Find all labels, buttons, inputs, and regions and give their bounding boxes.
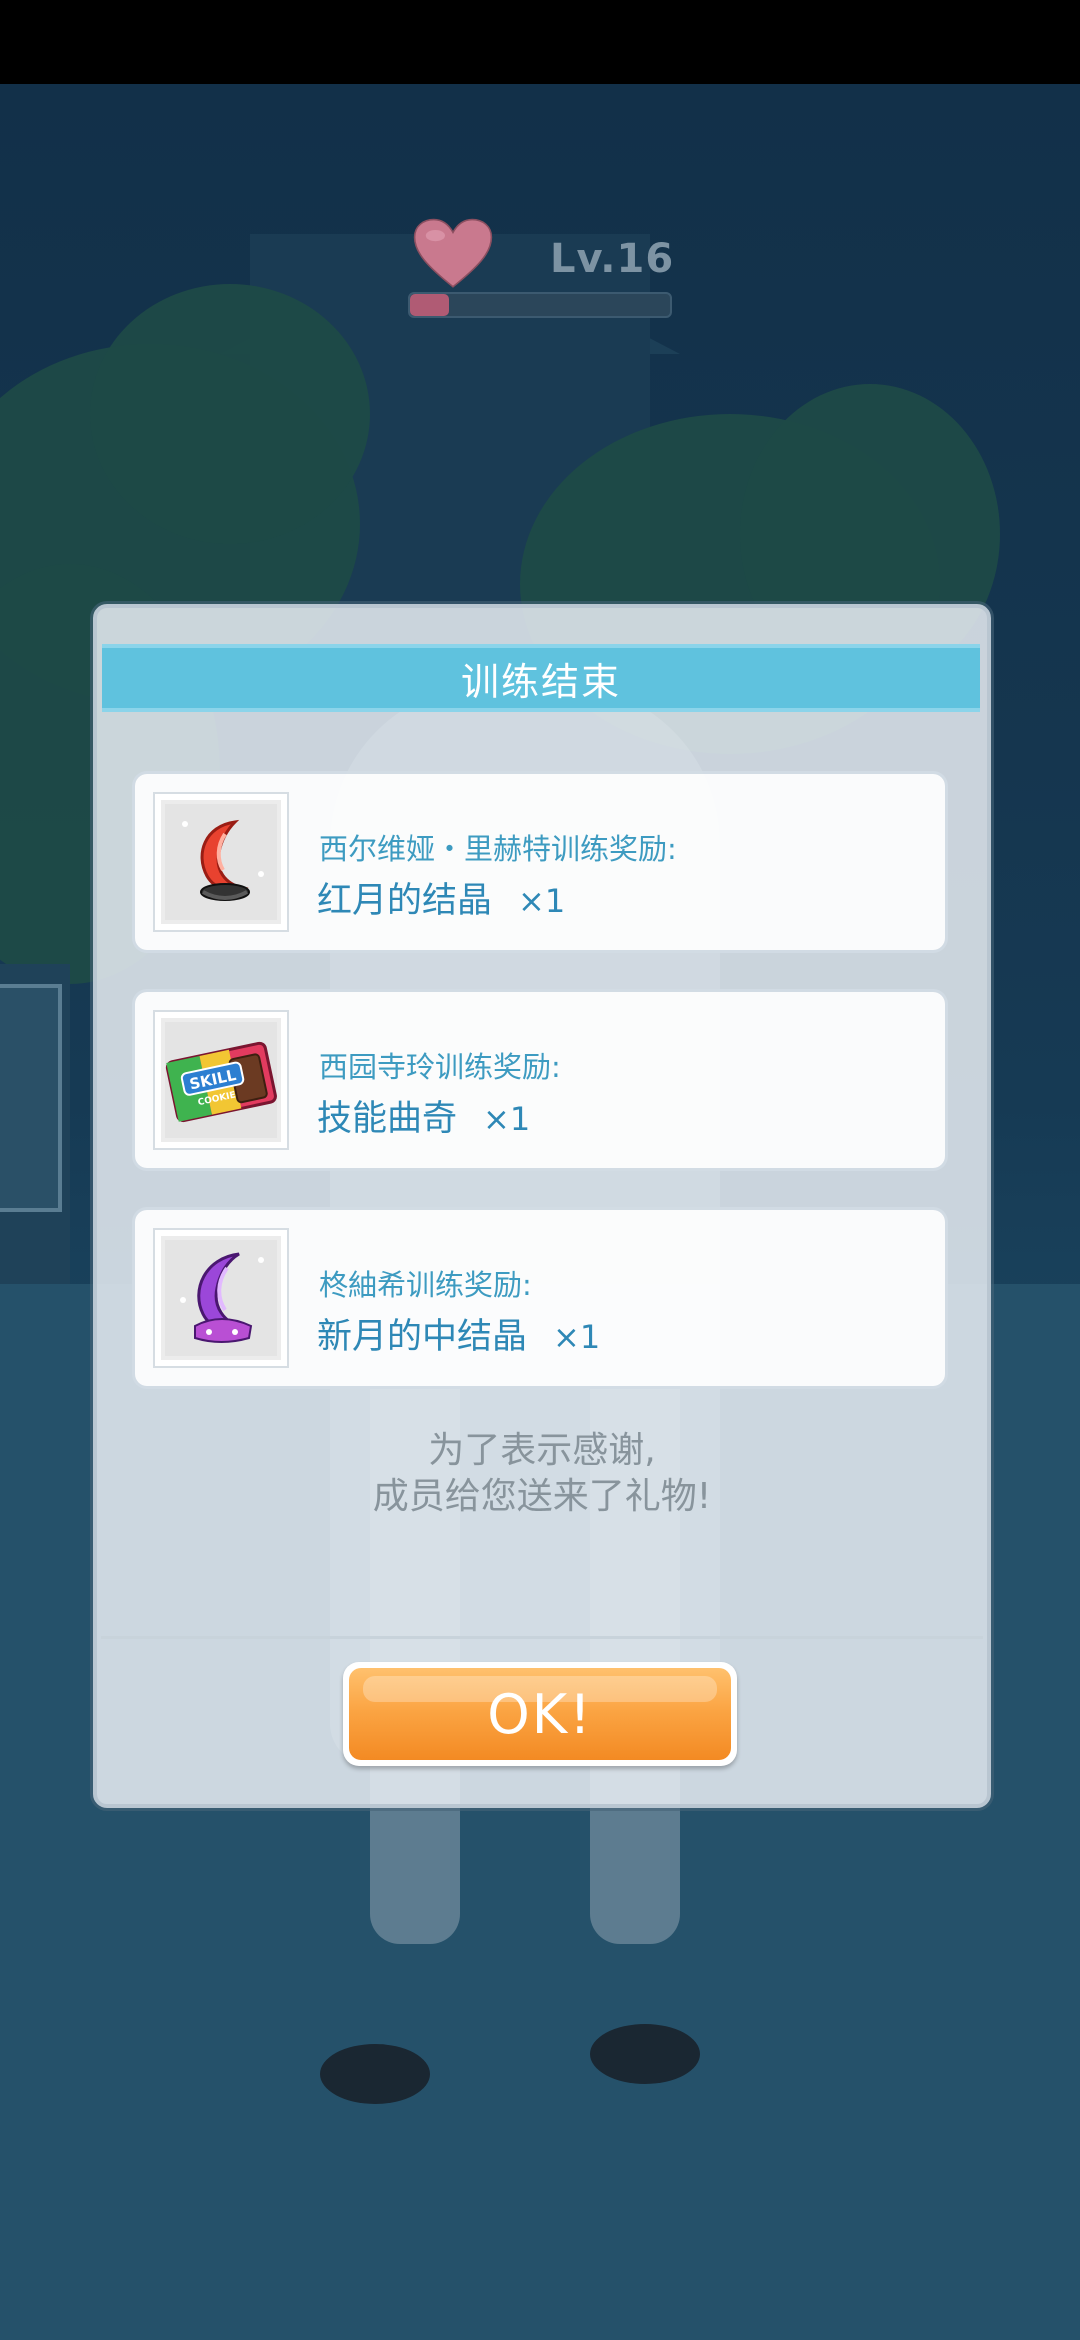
reward-quantity: ×1 — [553, 1318, 601, 1356]
character-shoe — [320, 2044, 430, 2104]
training-result-dialog: 训练结束 西尔维娅・里赫特训练奖励: 红月的结晶 ×1 SKILL COOKIE… — [93, 604, 991, 1808]
affection-progress-bar — [408, 292, 672, 318]
reward-title: 西尔维娅・里赫特训练奖励: — [319, 832, 677, 866]
reward-card: SKILL COOKIE 西园寺玲训练奖励: 技能曲奇 ×1 — [135, 992, 945, 1168]
reward-item-name: 红月的结晶 — [317, 881, 493, 921]
level-label: Lv.16 — [550, 236, 675, 282]
reward-card: 西尔维娅・里赫特训练奖励: 红月的结晶 ×1 — [135, 774, 945, 950]
affection-progress-fill — [410, 294, 449, 316]
ok-button[interactable]: OK! — [343, 1662, 737, 1766]
reward-card: 柊紬希训练奖励: 新月的中结晶 ×1 — [135, 1210, 945, 1386]
status-bar — [0, 0, 1080, 84]
reward-icon-frame: SKILL COOKIE — [155, 1012, 287, 1148]
thanks-message: 为了表示感谢, 成员给您送来了礼物! — [97, 1428, 987, 1520]
reward-icon-frame — [155, 794, 287, 930]
purple-moon-crystal-icon — [180, 1252, 264, 1343]
red-moon-crystal-icon — [182, 819, 264, 901]
reward-item: 红月的结晶 ×1 — [317, 872, 565, 923]
window — [0, 984, 62, 1212]
reward-item-name: 技能曲奇 — [317, 1099, 458, 1139]
dialog-title: 训练结束 — [102, 644, 980, 712]
reward-item: 新月的中结晶 ×1 — [317, 1308, 600, 1359]
reward-title: 柊紬希训练奖励: — [319, 1268, 532, 1302]
dialog-divider — [101, 1636, 983, 1639]
reward-quantity: ×1 — [518, 882, 566, 920]
heart-icon — [413, 218, 493, 288]
skill-cookie-icon: SKILL COOKIE — [165, 1041, 277, 1123]
ok-button-label: OK! — [487, 1682, 593, 1746]
ok-button-face[interactable]: OK! — [349, 1668, 731, 1760]
character-shoe — [590, 2024, 700, 2084]
reward-item-name: 新月的中结晶 — [317, 1317, 528, 1357]
reward-icon-frame — [155, 1230, 287, 1366]
reward-item: 技能曲奇 ×1 — [317, 1090, 530, 1141]
reward-quantity: ×1 — [483, 1100, 531, 1138]
thanks-line: 成员给您送来了礼物! — [372, 1476, 712, 1517]
thanks-line: 为了表示感谢, — [428, 1430, 656, 1471]
tree — [90, 284, 370, 544]
reward-title: 西园寺玲训练奖励: — [319, 1050, 561, 1084]
